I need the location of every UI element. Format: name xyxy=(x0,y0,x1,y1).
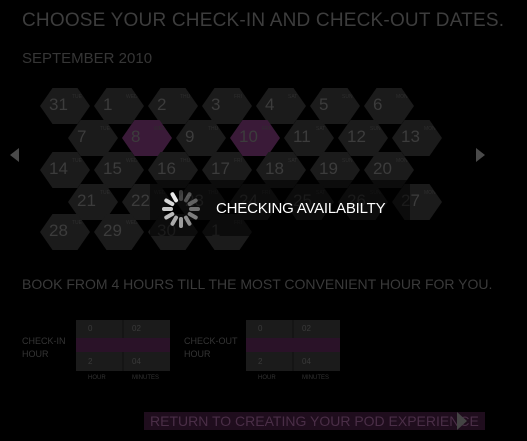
calendar-day-number: 2 xyxy=(157,95,167,114)
calendar-day-weekday: TUE xyxy=(100,126,110,132)
calendar-day-weekday: WED xyxy=(154,126,166,132)
calendar-day-10[interactable]: 10 FRI xyxy=(230,120,280,156)
calendar-day-3[interactable]: 3 FRI xyxy=(202,88,252,124)
calendar-day-6[interactable]: 6 MON xyxy=(364,88,414,124)
spinner-tick xyxy=(179,190,183,201)
calendar-day-number: 28 xyxy=(49,221,68,240)
booking-note: BOOK FROM 4 HOURS TILL THE MOST CONVENIE… xyxy=(22,276,493,292)
calendar-day-number: 8 xyxy=(131,127,141,146)
checkin-hour-caption: HOUR xyxy=(88,375,106,381)
calendar-day-number: 14 xyxy=(49,159,68,178)
calendar-day-weekday: SUN xyxy=(370,126,381,132)
calendar-day-number: 22 xyxy=(131,191,150,210)
calendar-day-weekday: SUN xyxy=(342,158,353,164)
calendar-day-weekday: MON xyxy=(424,126,436,132)
checkout-hour-top[interactable]: 0 xyxy=(258,324,262,333)
checkout-label: CHECK-OUT HOUR xyxy=(184,335,238,361)
calendar-day-weekday: TUE xyxy=(72,94,82,100)
calendar-day-weekday: TUE xyxy=(72,158,82,164)
calendar-day-number: 1 xyxy=(103,95,113,114)
calendar-day-weekday: TUE xyxy=(72,220,82,226)
calendar-day-weekday: SAT xyxy=(288,94,298,100)
calendar-day-number: 16 xyxy=(157,159,176,178)
calendar-day-number: 11 xyxy=(293,127,311,146)
checkin-hour-top[interactable]: 0 xyxy=(88,324,92,333)
calendar-day-number: 29 xyxy=(103,221,122,240)
checkout-minute-caption: MINUTES xyxy=(302,375,329,381)
calendar-day-number: 6 xyxy=(373,95,383,114)
calendar-day-weekday: SUN xyxy=(342,94,353,100)
checkin-minute-caption: MINUTES xyxy=(132,375,159,381)
calendar-day-number: 5 xyxy=(319,95,329,114)
calendar-day-9[interactable]: 9 THU xyxy=(176,120,226,156)
calendar-day-number: 19 xyxy=(319,159,338,178)
calendar-day-weekday: WED xyxy=(126,220,138,226)
calendar-day-weekday: MON xyxy=(424,190,436,196)
return-button[interactable]: RETURN TO CREATING YOUR POD EXPERIENCE xyxy=(144,412,485,430)
calendar-day-weekday: FRI xyxy=(234,158,243,164)
checkin-minute-bottom[interactable]: 04 xyxy=(132,357,141,366)
calendar-day-weekday: MON xyxy=(396,94,408,100)
spinner-tick xyxy=(179,217,183,228)
calendar-day-weekday: THU xyxy=(180,94,191,100)
calendar-day-weekday: FRI xyxy=(262,126,271,132)
calendar-day-5[interactable]: 5 SUN xyxy=(310,88,360,124)
calendar-day-12[interactable]: 12 SUN xyxy=(338,120,388,156)
calendar-day-number: 15 xyxy=(103,159,122,178)
checkin-label-line1: CHECK-IN xyxy=(22,336,66,346)
calendar-day-number: 9 xyxy=(185,127,195,146)
calendar-day-number: 18 xyxy=(265,159,284,178)
checkout-minute-bottom[interactable]: 04 xyxy=(302,357,311,366)
calendar-day-number: 13 xyxy=(401,127,420,146)
calendar-day-number: 4 xyxy=(265,95,275,114)
calendar-day-1[interactable]: 1 WED xyxy=(94,88,144,124)
spinner-tick xyxy=(162,207,173,211)
checkin-minute-top[interactable]: 02 xyxy=(132,324,141,333)
calendar-day-number: 20 xyxy=(373,159,392,178)
calendar-day-weekday: WED xyxy=(126,94,138,100)
calendar-day-weekday: TUE xyxy=(100,190,110,196)
checkin-label-line2: HOUR xyxy=(22,349,49,359)
checkout-minute-top[interactable]: 02 xyxy=(302,324,311,333)
spinner-icon xyxy=(161,189,201,229)
calendar-day-number: 31 xyxy=(49,95,68,114)
checkout-hour-caption: HOUR xyxy=(258,375,276,381)
calendar-day-number: 10 xyxy=(239,127,258,146)
calendar-day-weekday: WED xyxy=(126,158,138,164)
calendar-day-0[interactable]: 31 TUE xyxy=(40,88,90,124)
calendar-day-7[interactable]: 7 TUE xyxy=(68,120,118,156)
loading-text: CHECKING AVAILABILTY xyxy=(216,200,386,217)
calendar-day-number: 3 xyxy=(211,95,221,114)
calendar-day-13[interactable]: 13 MON xyxy=(392,120,442,156)
checkout-time-picker[interactable]: 0 2 02 04 xyxy=(246,320,340,371)
calendar-day-2[interactable]: 2 THU xyxy=(148,88,198,124)
calendar-day-8[interactable]: 8 WED xyxy=(122,120,172,156)
checkin-time-picker[interactable]: 0 2 02 04 xyxy=(76,320,170,371)
checkin-label: CHECK-IN HOUR xyxy=(22,335,66,361)
checkout-selection-band xyxy=(246,338,340,352)
calendar-day-number: 21 xyxy=(77,191,96,210)
checkout-hour-bottom[interactable]: 2 xyxy=(258,357,262,366)
checkout-label-line1: CHECK-OUT xyxy=(184,336,238,346)
calendar-day-weekday: SAT xyxy=(316,126,326,132)
return-arrow-icon[interactable] xyxy=(457,412,467,430)
checkin-hour-bottom[interactable]: 2 xyxy=(88,357,92,366)
checkout-label-line2: HOUR xyxy=(184,349,211,359)
calendar-day-weekday: THU xyxy=(208,126,219,132)
calendar-day-4[interactable]: 4 SAT xyxy=(256,88,306,124)
calendar-day-15[interactable]: 15 WED xyxy=(94,152,144,188)
checkin-selection-band xyxy=(76,338,170,352)
calendar-day-weekday: SAT xyxy=(288,158,298,164)
calendar-day-weekday: MON xyxy=(396,158,408,164)
calendar-day-14[interactable]: 14 TUE xyxy=(40,152,90,188)
spinner-tick xyxy=(189,207,200,211)
calendar-day-number: 17 xyxy=(211,159,230,178)
calendar-day-number: 7 xyxy=(77,127,87,146)
calendar-day-11[interactable]: 11 SAT xyxy=(284,120,334,156)
calendar-day-weekday: FRI xyxy=(234,94,243,100)
calendar-day-number: 12 xyxy=(347,127,366,146)
calendar-day-weekday: THU xyxy=(180,158,191,164)
